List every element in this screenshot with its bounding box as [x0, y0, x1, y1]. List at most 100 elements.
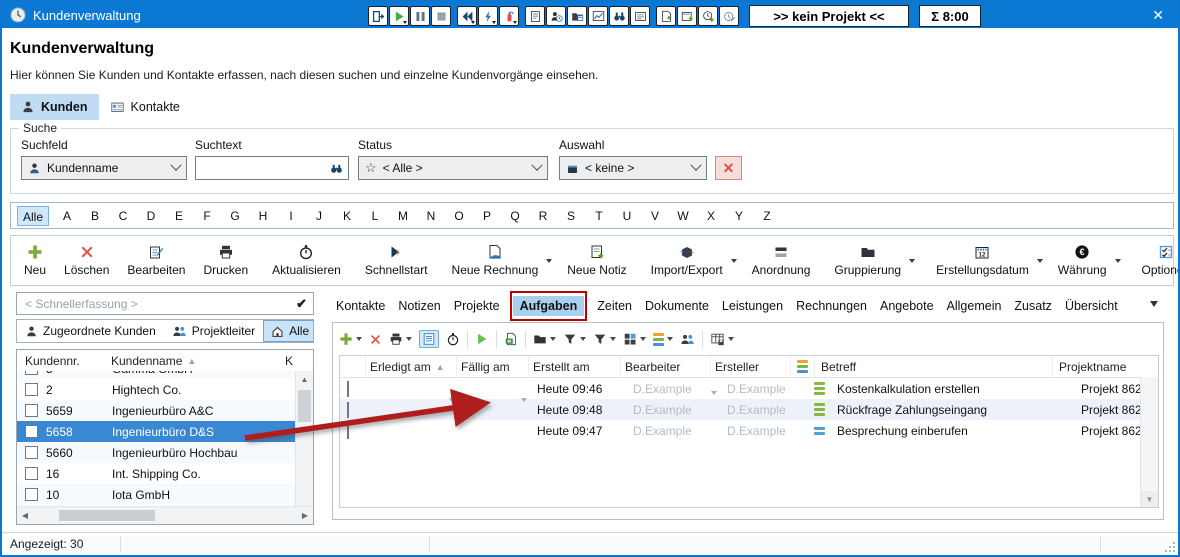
task-row[interactable]: Heute 09:46 D.Example D.Example Kostenka… — [340, 378, 1158, 399]
filter-alle-kunden[interactable]: Alle Ku — [263, 320, 314, 342]
col-betreff[interactable]: Betreff — [815, 356, 1053, 377]
aktualisieren-button[interactable]: Aktualisieren — [263, 238, 350, 283]
binoculars-icon[interactable] — [329, 162, 344, 175]
more-tabs-caret-icon[interactable] — [1150, 301, 1158, 307]
col-erledigt-am[interactable]: Erledigt am▲ — [366, 356, 457, 377]
alphabet-filter-item[interactable]: J — [305, 209, 333, 223]
resize-grip[interactable] — [1165, 542, 1175, 552]
filter-button[interactable] — [563, 332, 586, 346]
start-button[interactable] — [389, 6, 409, 26]
detail-tab[interactable]: Allgemein — [947, 296, 1002, 316]
drucken-button[interactable]: Drucken — [194, 238, 257, 283]
alphabet-filter-item[interactable]: Y — [725, 209, 753, 223]
suchtext-input[interactable] — [200, 160, 329, 176]
col-erstellt-am[interactable]: Erstellt am — [529, 356, 621, 377]
schnellstart-button[interactable]: Schnellstart — [356, 238, 437, 283]
new-document-button[interactable] — [656, 6, 676, 26]
customer-row[interactable]: 2 Hightech Co. — [17, 379, 296, 400]
detail-tab[interactable]: Kontakte — [336, 296, 385, 316]
customer-row[interactable]: 16 Int. Shipping Co. — [17, 463, 296, 484]
row-checkbox[interactable] — [25, 425, 38, 438]
alphabet-filter-item[interactable]: Z — [753, 209, 781, 223]
row-checkbox[interactable] — [347, 381, 349, 397]
scroll-left-icon[interactable]: ◀ — [17, 511, 33, 520]
search-button[interactable] — [609, 6, 629, 26]
alphabet-filter-item[interactable]: O — [445, 209, 473, 223]
detail-tab[interactable]: Notizen — [398, 296, 440, 316]
customer-horizontal-scrollbar[interactable]: ◀ ▶ — [17, 506, 313, 524]
tab-kontakte[interactable]: Kontakte — [99, 94, 191, 120]
stopwatch-button[interactable] — [446, 332, 460, 346]
alphabet-filter-item[interactable]: X — [697, 209, 725, 223]
print-tasks-button[interactable] — [389, 332, 412, 346]
extinguisher-button[interactable] — [499, 6, 519, 26]
alphabet-filter-item[interactable]: D — [137, 209, 165, 223]
suchfeld-select[interactable]: Kundenname — [21, 156, 187, 180]
import-export-button[interactable]: Import/Export — [642, 238, 743, 283]
alphabet-filter-item[interactable]: H — [249, 209, 277, 223]
alphabet-filter-item[interactable]: U — [613, 209, 641, 223]
pause-button[interactable] — [410, 6, 430, 26]
detail-tab[interactable]: Übersicht — [1065, 296, 1118, 316]
delete-task-button[interactable] — [369, 333, 382, 346]
alphabet-filter-item[interactable]: F — [193, 209, 221, 223]
filter-projektleiter[interactable]: Projektleiter — [164, 320, 263, 342]
waehrung-button[interactable]: € Währung — [1049, 238, 1127, 283]
gruppierung-button[interactable]: Gruppierung — [825, 238, 921, 283]
row-checkbox[interactable] — [25, 371, 38, 375]
task-row[interactable]: Heute 09:48 D.Example D.Example Rückfrag… — [340, 399, 1158, 420]
alphabet-filter-item[interactable]: Alle — [17, 206, 49, 226]
loeschen-button[interactable]: Löschen — [55, 238, 118, 283]
alphabet-filter-item[interactable]: R — [529, 209, 557, 223]
betreff-cell[interactable]: Besprechung einberufen — [831, 424, 1075, 438]
alphabet-filter-item[interactable]: M — [389, 209, 417, 223]
alphabet-filter-item[interactable]: T — [585, 209, 613, 223]
row-checkbox[interactable] — [25, 467, 38, 480]
checkmark-icon[interactable]: ✔ — [296, 296, 307, 312]
betreff-cell[interactable]: Kostenkalkulation erstellen — [831, 382, 1075, 396]
tasks-vertical-scrollbar[interactable]: ▼ — [1140, 377, 1158, 507]
col-priority[interactable] — [791, 356, 815, 377]
filter-zugeordnete-kunden[interactable]: Zugeordnete Kunden — [17, 320, 164, 342]
anordnung-button[interactable]: Anordnung — [743, 238, 820, 283]
customer-row[interactable]: 5660 Ingenieurbüro Hochbau — [17, 442, 296, 463]
col-kundennr[interactable]: Kundennr. — [17, 354, 111, 368]
optionen-button[interactable]: Optionen — [1133, 238, 1180, 283]
neue-rechnung-button[interactable]: Neue Rechnung — [443, 238, 559, 283]
row-checkbox[interactable] — [25, 446, 38, 459]
row-checkbox[interactable] — [25, 488, 38, 501]
neue-notiz-button[interactable]: Neue Notiz — [558, 238, 635, 283]
bearbeiter-cell[interactable]: D.Example — [629, 424, 723, 438]
exit-button[interactable] — [368, 6, 388, 26]
project-selector[interactable]: >> kein Projekt << — [749, 5, 909, 27]
list-view-toggle[interactable] — [419, 330, 439, 348]
customer-row[interactable]: 5 Gamma GmbH — [17, 371, 296, 379]
view-grid-button[interactable] — [623, 332, 646, 346]
detail-tab[interactable]: Angebote — [880, 296, 934, 316]
edit-time-button[interactable] — [719, 6, 739, 26]
detail-tab[interactable]: Zusatz — [1014, 296, 1052, 316]
row-checkbox[interactable] — [347, 423, 349, 439]
customer-row[interactable]: 5659 Ingenieurbüro A&C — [17, 400, 296, 421]
alphabet-filter-item[interactable]: V — [641, 209, 669, 223]
alphabet-filter-item[interactable]: W — [669, 209, 697, 223]
bearbeiten-button[interactable]: Bearbeiten — [118, 238, 194, 283]
rewind-button[interactable] — [457, 6, 477, 26]
row-checkbox[interactable] — [25, 404, 38, 417]
detail-tab[interactable]: Dokumente — [645, 296, 709, 316]
new-time-button[interactable] — [698, 6, 718, 26]
col-kundenname[interactable]: Kundenname ▲ — [111, 354, 271, 368]
scrollbar-thumb[interactable] — [59, 510, 155, 521]
chart-button[interactable] — [588, 6, 608, 26]
alphabet-filter-item[interactable]: Q — [501, 209, 529, 223]
status-select[interactable]: ☆ < Alle > — [358, 156, 548, 180]
alphabet-filter-item[interactable]: S — [557, 209, 585, 223]
row-checkbox[interactable] — [25, 383, 38, 396]
row-checkbox[interactable] — [347, 402, 349, 418]
alphabet-filter-item[interactable]: B — [81, 209, 109, 223]
task-row[interactable]: Heute 09:47 D.Example D.Example Besprech… — [340, 420, 1158, 441]
stop-button[interactable] — [431, 6, 451, 26]
scroll-down-icon[interactable]: ▼ — [1141, 491, 1158, 507]
scroll-up-icon[interactable]: ▲ — [296, 371, 313, 387]
alphabet-filter-item[interactable]: I — [277, 209, 305, 223]
